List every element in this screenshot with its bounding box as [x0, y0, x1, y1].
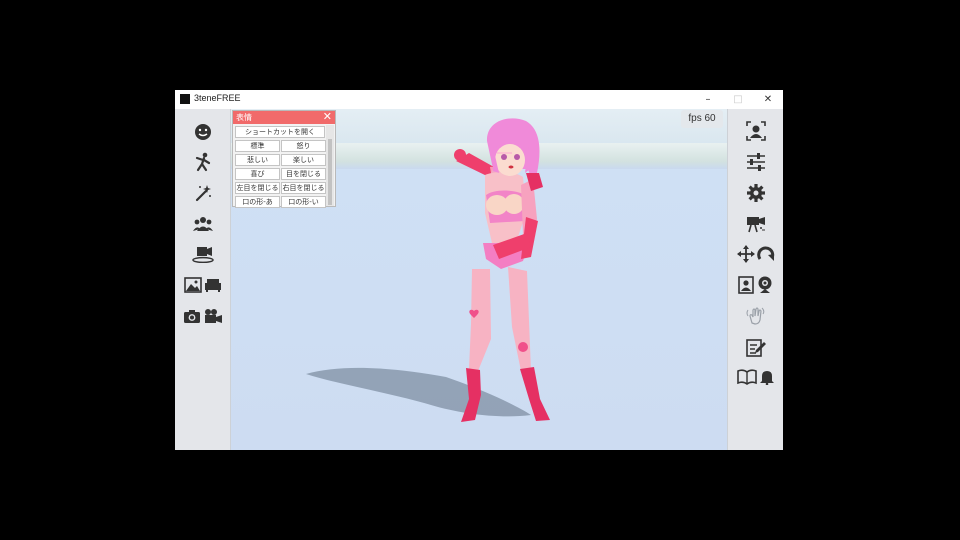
- close-right-eye-button[interactable]: 右目を閉じる: [281, 182, 326, 194]
- app-window: 3teneFREE – □ ✕ fps 60 表情 ✕ ショートカットを開く 標…: [175, 90, 783, 450]
- face-tracking-button[interactable]: [736, 119, 776, 143]
- expression-joy-button[interactable]: 喜び: [235, 168, 280, 180]
- window-title: 3teneFREE: [194, 93, 241, 103]
- background-button[interactable]: [183, 273, 223, 297]
- hand-tracking-icon: [746, 307, 765, 325]
- profile-webcam-button[interactable]: [736, 273, 776, 297]
- face-tracking-icon: [746, 121, 766, 141]
- transform-button[interactable]: [736, 242, 776, 266]
- video-camera-icon: [205, 309, 222, 323]
- book-icon: [737, 369, 757, 385]
- notes-button[interactable]: [736, 335, 776, 359]
- panel-scroll-thumb[interactable]: [328, 139, 332, 205]
- open-shortcut-button[interactable]: ショートカットを開く: [235, 126, 325, 138]
- move-icon: [737, 245, 755, 263]
- stage-button[interactable]: [183, 242, 223, 266]
- webcam-icon: [758, 276, 772, 293]
- effects-button[interactable]: [183, 181, 223, 205]
- left-toolbar: [175, 109, 231, 450]
- gear-icon: [747, 184, 765, 202]
- characters-button[interactable]: [183, 212, 223, 236]
- panel-header[interactable]: 表情 ✕: [233, 110, 335, 124]
- expression-sad-button[interactable]: 悲しい: [235, 154, 280, 166]
- panel-close-button[interactable]: ✕: [323, 110, 332, 123]
- character-model: [454, 118, 550, 422]
- face-icon: [195, 124, 211, 140]
- panel-title: 表情: [236, 113, 252, 122]
- expression-panel: 表情 ✕ ショートカットを開く 標準 怒り 悲しい 楽しい 喜び 目を閉じる 左…: [232, 110, 336, 208]
- camera-settings-icon: [747, 217, 765, 233]
- settings-button[interactable]: [736, 181, 776, 205]
- adjustments-button[interactable]: [736, 150, 776, 174]
- sliders-icon: [747, 153, 765, 171]
- group-icon: [193, 217, 213, 231]
- magic-wand-icon: [195, 185, 211, 202]
- expression-fun-button[interactable]: 楽しい: [281, 154, 326, 166]
- app-logo-icon: [180, 94, 190, 104]
- hand-tracking-button[interactable]: [736, 304, 776, 328]
- expression-angry-button[interactable]: 怒り: [281, 140, 326, 152]
- minimize-button[interactable]: –: [693, 90, 723, 109]
- pose-button[interactable]: [183, 150, 223, 174]
- background-image-icon: [184, 277, 202, 293]
- stage-camera-icon: [192, 247, 214, 263]
- mouth-i-button[interactable]: 口の形-い: [281, 196, 326, 208]
- right-toolbar: [727, 109, 783, 450]
- pose-icon: [195, 152, 211, 172]
- profile-card-icon: [738, 276, 754, 294]
- close-eyes-button[interactable]: 目を閉じる: [281, 168, 326, 180]
- close-left-eye-button[interactable]: 左目を閉じる: [235, 182, 280, 194]
- maximize-button[interactable]: □: [723, 90, 753, 109]
- manual-notify-button[interactable]: [736, 365, 776, 389]
- rotate-icon: [757, 246, 775, 261]
- camera-settings-button[interactable]: [736, 212, 776, 236]
- mouth-a-button[interactable]: 口の形-あ: [235, 196, 280, 208]
- edit-note-icon: [746, 339, 766, 357]
- photo-camera-icon: [184, 310, 200, 323]
- fps-counter: fps 60: [681, 110, 723, 128]
- title-bar[interactable]: 3teneFREE – □ ✕: [175, 90, 783, 109]
- close-window-button[interactable]: ✕: [753, 90, 783, 109]
- expression-neutral-button[interactable]: 標準: [235, 140, 280, 152]
- furniture-icon: [205, 279, 221, 292]
- bell-icon: [760, 371, 774, 385]
- character-shadow: [306, 367, 531, 417]
- face-button[interactable]: [183, 120, 223, 144]
- capture-button[interactable]: [183, 304, 223, 328]
